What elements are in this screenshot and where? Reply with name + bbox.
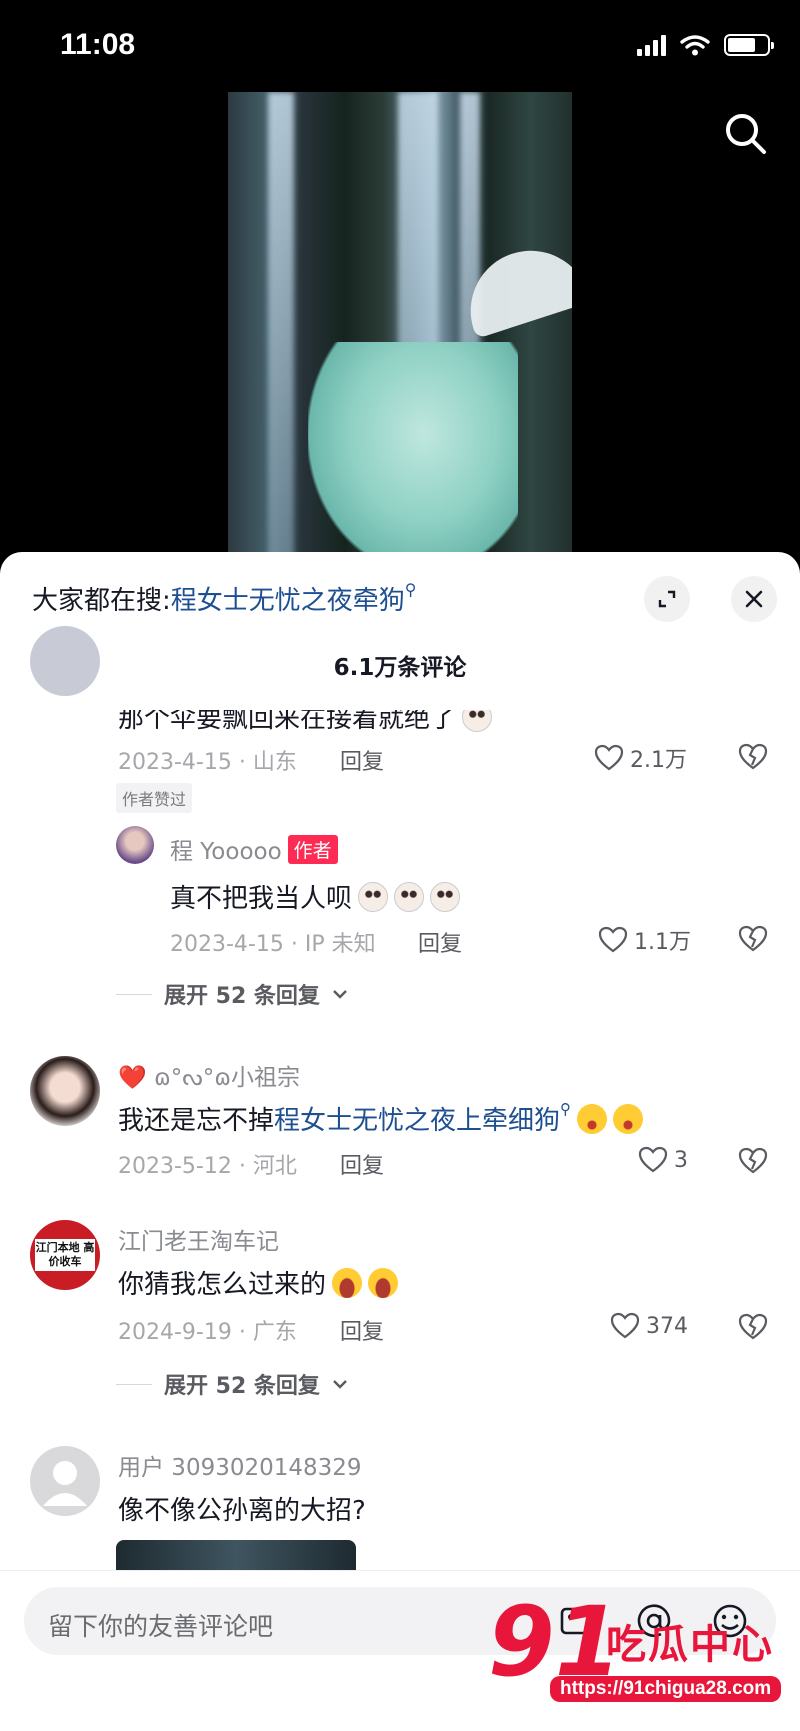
status-time: 11:08 [60,28,136,61]
avatar[interactable] [30,1056,100,1126]
avatar[interactable]: 江门本地 高价收车 [30,1220,100,1290]
like-button[interactable]: 374 [610,1312,688,1340]
cat-emoji-icon [430,882,461,912]
comment-username[interactable]: ❤️ ɷ°ᔓ°ɷ小祖宗 [118,1058,300,1092]
cellular-signal-icon [637,34,666,56]
heart-icon [598,926,628,953]
comment-text: 你猜我怎么过来的 [118,1264,399,1301]
avatar[interactable] [30,626,100,696]
watermark-url: https://91chigua28.com [550,1676,782,1702]
reply-username[interactable]: 程 Yooooo 作者 [170,832,338,866]
comment-panel: 大家都在搜:程女士无忧之夜牵狗⚲ 6.1万条评论 那个伞要飘回来在接着就绝了 2… [0,552,800,1731]
expand-replies-label: 展开 52 条回复 [164,1374,320,1399]
comment-text: 像不像公孙离的大招? [118,1496,366,1526]
heart-icon [594,744,624,771]
comment-username[interactable]: 用户 3093020148329 [118,1448,362,1482]
hot-search[interactable]: 大家都在搜:程女士无忧之夜牵狗⚲ [32,580,417,617]
reply-text: 真不把我当人呗 [170,878,461,915]
search-icon[interactable] [720,108,772,160]
author-badge: 作者 [287,835,338,864]
reply-button[interactable]: 回复 [340,1314,384,1346]
status-icons [637,34,774,56]
avatar-text: 江门本地 高价收车 [35,1239,95,1271]
emoji-icon [462,710,493,732]
reply-button[interactable]: 回复 [418,926,462,958]
default-avatar-icon [43,1461,87,1506]
crying-emoji-icon [613,1104,644,1134]
comment-count: 6.1万条评论 [333,655,467,681]
expand-replies-button[interactable]: 展开 52 条回复 [116,978,348,1010]
heart-icon [610,1312,640,1339]
like-count: 374 [646,1313,688,1339]
like-count: 3 [674,1147,688,1173]
comment-date-location: 2023-5-12 · 河北 [118,1154,297,1179]
search-small-icon: ⚲ [404,580,417,599]
broken-heart-icon[interactable] [738,1146,768,1176]
comment-date-location: 2024-9-19 · 广东 [118,1320,297,1345]
like-count: 1.1万 [634,930,691,955]
cat-emoji-icon [394,882,425,912]
heart-icon [638,1146,668,1173]
video-thumbnail[interactable] [228,92,572,562]
author-liked-tag: 作者赞过 [116,783,193,813]
like-button[interactable]: 1.1万 [598,924,691,956]
status-bar: 11:08 [0,0,800,96]
close-button[interactable] [731,576,777,622]
expand-replies-button[interactable]: 展开 52 条回复 [116,1368,348,1400]
like-count: 2.1万 [630,748,687,773]
comment-text: 那个伞要飘回来在接着就绝了 [118,710,493,735]
search-small-icon: ⚲ [560,1100,572,1118]
laughing-crying-emoji-icon [332,1268,363,1298]
figure-shape [308,342,518,562]
hot-search-term[interactable]: 程女士无忧之夜牵狗 [171,586,405,616]
reply-button[interactable]: 回复 [340,744,384,776]
expand-replies-label: 展开 52 条回复 [164,984,320,1009]
comment-date-location: 2023-4-15 · 山东 [118,750,297,775]
laughing-crying-emoji-icon [368,1268,399,1298]
search-link[interactable]: 程女士无忧之夜上牵细狗 [274,1106,560,1136]
close-icon [745,590,763,608]
comment-input-placeholder: 留下你的友善评论吧 [48,1612,274,1641]
expand-button[interactable] [644,576,690,622]
reply-date-location: 2023-4-15 · IP 未知 [170,932,376,957]
crying-emoji-icon [577,1104,608,1134]
divider-line [116,1383,152,1385]
battery-icon [724,34,774,56]
comment-username[interactable]: 江门老王淘车记 [118,1222,279,1256]
like-button[interactable]: 3 [638,1146,688,1174]
broken-heart-icon[interactable] [738,742,768,772]
wifi-icon [680,35,710,56]
avatar[interactable] [30,1446,100,1516]
like-button[interactable]: 2.1万 [594,742,687,774]
broken-heart-icon[interactable] [738,924,768,954]
divider-line [116,993,152,995]
chevron-down-icon [333,1380,347,1389]
avatar[interactable] [116,826,154,864]
expand-icon [658,590,676,608]
watermark-name: 吃瓜中心 [606,1622,774,1668]
cat-emoji-icon [358,882,389,912]
watermark-logo: 91 吃瓜中心 https://91chigua28.com [488,1586,788,1714]
reply-button[interactable]: 回复 [340,1148,384,1180]
chevron-down-icon [333,990,347,999]
hot-search-label: 大家都在搜: [32,586,171,616]
comment-text: 我还是忘不掉程女士无忧之夜上牵细狗⚲ [118,1100,644,1137]
broken-heart-icon[interactable] [738,1312,768,1342]
